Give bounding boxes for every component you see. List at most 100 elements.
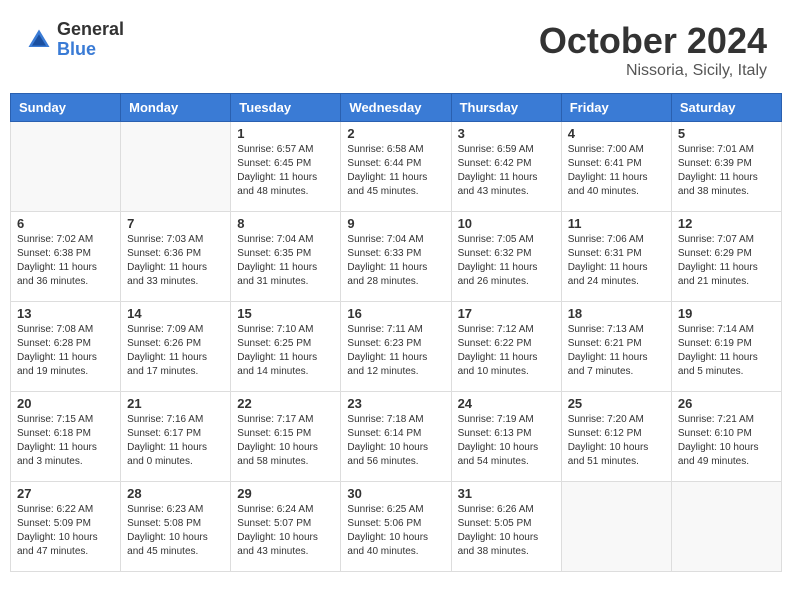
calendar-cell: 1 Sunrise: 6:57 AM Sunset: 6:45 PM Daylig… — [231, 122, 341, 212]
day-info: Sunrise: 7:19 AM Sunset: 6:13 PM Dayligh… — [458, 413, 555, 469]
day-info: Sunrise: 6:58 AM Sunset: 6:44 PM Dayligh… — [347, 143, 444, 199]
weekday-header: Sunday — [11, 94, 121, 122]
day-number: 25 — [568, 396, 665, 411]
day-number: 4 — [568, 126, 665, 141]
day-info: Sunrise: 6:57 AM Sunset: 6:45 PM Dayligh… — [237, 143, 334, 199]
calendar-cell: 9Sunrise: 7:04 AM Sunset: 6:33 PM Daylig… — [341, 212, 451, 302]
calendar-cell — [121, 122, 231, 212]
day-number: 18 — [568, 306, 665, 321]
day-info: Sunrise: 7:14 AM Sunset: 6:19 PM Dayligh… — [678, 323, 775, 379]
day-number: 16 — [347, 306, 444, 321]
day-info: Sunrise: 7:10 AM Sunset: 6:25 PM Dayligh… — [237, 323, 334, 379]
calendar-cell — [561, 482, 671, 572]
logo-general: General — [57, 20, 124, 40]
day-info: Sunrise: 7:12 AM Sunset: 6:22 PM Dayligh… — [458, 323, 555, 379]
day-info: Sunrise: 7:16 AM Sunset: 6:17 PM Dayligh… — [127, 413, 224, 469]
day-number: 12 — [678, 216, 775, 231]
title-block: October 2024 Nissoria, Sicily, Italy — [539, 20, 767, 80]
calendar-cell: 12 Sunrise: 7:07 AM Sunset: 6:29 PM Dayli… — [671, 212, 781, 302]
calendar-cell: 19 Sunrise: 7:14 AM Sunset: 6:19 PM Dayli… — [671, 302, 781, 392]
day-number: 15 — [237, 306, 334, 321]
calendar-cell: 23 Sunrise: 7:18 AM Sunset: 6:14 PM Dayli… — [341, 392, 451, 482]
day-info: Sunrise: 7:00 AM Sunset: 6:41 PM Dayligh… — [568, 143, 665, 199]
calendar-cell: 28 Sunrise: 6:23 AM Sunset: 5:08 PM Dayli… — [121, 482, 231, 572]
calendar-cell: 16Sunrise: 7:11 AM Sunset: 6:23 PM Dayli… — [341, 302, 451, 392]
day-info: Sunrise: 6:26 AM Sunset: 5:05 PM Dayligh… — [458, 503, 555, 559]
day-info: Sunrise: 7:06 AM Sunset: 6:31 PM Dayligh… — [568, 233, 665, 289]
day-number: 2 — [347, 126, 444, 141]
day-number: 14 — [127, 306, 224, 321]
weekday-header: Friday — [561, 94, 671, 122]
month-title: October 2024 — [539, 20, 767, 62]
day-info: Sunrise: 6:23 AM Sunset: 5:08 PM Dayligh… — [127, 503, 224, 559]
calendar-cell: 26 Sunrise: 7:21 AM Sunset: 6:10 PM Dayli… — [671, 392, 781, 482]
day-info: Sunrise: 7:03 AM Sunset: 6:36 PM Dayligh… — [127, 233, 224, 289]
day-number: 23 — [347, 396, 444, 411]
day-number: 7 — [127, 216, 224, 231]
day-info: Sunrise: 7:04 AM Sunset: 6:33 PM Dayligh… — [347, 233, 444, 289]
calendar-week-row: 1 Sunrise: 6:57 AM Sunset: 6:45 PM Daylig… — [11, 122, 782, 212]
day-info: Sunrise: 6:24 AM Sunset: 5:07 PM Dayligh… — [237, 503, 334, 559]
calendar-table: SundayMondayTuesdayWednesdayThursdayFrid… — [10, 93, 782, 572]
day-info: Sunrise: 7:13 AM Sunset: 6:21 PM Dayligh… — [568, 323, 665, 379]
calendar-cell: 15 Sunrise: 7:10 AM Sunset: 6:25 PM Dayli… — [231, 302, 341, 392]
day-number: 31 — [458, 486, 555, 501]
day-number: 21 — [127, 396, 224, 411]
day-info: Sunrise: 6:22 AM Sunset: 5:09 PM Dayligh… — [17, 503, 114, 559]
day-info: Sunrise: 7:18 AM Sunset: 6:14 PM Dayligh… — [347, 413, 444, 469]
day-info: Sunrise: 7:08 AM Sunset: 6:28 PM Dayligh… — [17, 323, 114, 379]
weekday-header: Thursday — [451, 94, 561, 122]
day-info: Sunrise: 7:09 AM Sunset: 6:26 PM Dayligh… — [127, 323, 224, 379]
day-number: 19 — [678, 306, 775, 321]
day-info: Sunrise: 7:07 AM Sunset: 6:29 PM Dayligh… — [678, 233, 775, 289]
day-number: 27 — [17, 486, 114, 501]
location: Nissoria, Sicily, Italy — [539, 62, 767, 80]
calendar-cell: 5 Sunrise: 7:01 AM Sunset: 6:39 PM Daylig… — [671, 122, 781, 212]
logo-blue: Blue — [57, 40, 124, 60]
day-number: 30 — [347, 486, 444, 501]
weekday-header: Wednesday — [341, 94, 451, 122]
day-info: Sunrise: 7:17 AM Sunset: 6:15 PM Dayligh… — [237, 413, 334, 469]
logo-icon — [25, 26, 53, 54]
calendar-cell: 20 Sunrise: 7:15 AM Sunset: 6:18 PM Dayli… — [11, 392, 121, 482]
weekday-header: Tuesday — [231, 94, 341, 122]
calendar-cell: 8Sunrise: 7:04 AM Sunset: 6:35 PM Daylig… — [231, 212, 341, 302]
calendar-cell: 31 Sunrise: 6:26 AM Sunset: 5:05 PM Dayli… — [451, 482, 561, 572]
calendar-cell: 11 Sunrise: 7:06 AM Sunset: 6:31 PM Dayli… — [561, 212, 671, 302]
day-number: 10 — [458, 216, 555, 231]
day-number: 17 — [458, 306, 555, 321]
calendar-cell: 17 Sunrise: 7:12 AM Sunset: 6:22 PM Dayli… — [451, 302, 561, 392]
calendar-week-row: 6Sunrise: 7:02 AM Sunset: 6:38 PM Daylig… — [11, 212, 782, 302]
day-number: 20 — [17, 396, 114, 411]
calendar-cell: 4 Sunrise: 7:00 AM Sunset: 6:41 PM Daylig… — [561, 122, 671, 212]
calendar-cell: 22 Sunrise: 7:17 AM Sunset: 6:15 PM Dayli… — [231, 392, 341, 482]
day-number: 1 — [237, 126, 334, 141]
calendar-cell: 6Sunrise: 7:02 AM Sunset: 6:38 PM Daylig… — [11, 212, 121, 302]
calendar-cell: 30Sunrise: 6:25 AM Sunset: 5:06 PM Dayli… — [341, 482, 451, 572]
calendar-cell: 3Sunrise: 6:59 AM Sunset: 6:42 PM Daylig… — [451, 122, 561, 212]
day-number: 13 — [17, 306, 114, 321]
calendar-cell: 25Sunrise: 7:20 AM Sunset: 6:12 PM Dayli… — [561, 392, 671, 482]
calendar-cell: 7 Sunrise: 7:03 AM Sunset: 6:36 PM Daylig… — [121, 212, 231, 302]
calendar-cell: 14 Sunrise: 7:09 AM Sunset: 6:26 PM Dayli… — [121, 302, 231, 392]
calendar-week-row: 13 Sunrise: 7:08 AM Sunset: 6:28 PM Dayli… — [11, 302, 782, 392]
day-number: 22 — [237, 396, 334, 411]
day-number: 11 — [568, 216, 665, 231]
day-info: Sunrise: 7:02 AM Sunset: 6:38 PM Dayligh… — [17, 233, 114, 289]
weekday-header: Monday — [121, 94, 231, 122]
calendar-cell: 10Sunrise: 7:05 AM Sunset: 6:32 PM Dayli… — [451, 212, 561, 302]
calendar-week-row: 20 Sunrise: 7:15 AM Sunset: 6:18 PM Dayli… — [11, 392, 782, 482]
day-number: 26 — [678, 396, 775, 411]
day-number: 5 — [678, 126, 775, 141]
calendar-cell: 18 Sunrise: 7:13 AM Sunset: 6:21 PM Dayli… — [561, 302, 671, 392]
calendar-cell: 24Sunrise: 7:19 AM Sunset: 6:13 PM Dayli… — [451, 392, 561, 482]
day-info: Sunrise: 7:21 AM Sunset: 6:10 PM Dayligh… — [678, 413, 775, 469]
day-info: Sunrise: 7:01 AM Sunset: 6:39 PM Dayligh… — [678, 143, 775, 199]
calendar-cell: 13 Sunrise: 7:08 AM Sunset: 6:28 PM Dayli… — [11, 302, 121, 392]
day-info: Sunrise: 7:15 AM Sunset: 6:18 PM Dayligh… — [17, 413, 114, 469]
calendar-cell: 2 Sunrise: 6:58 AM Sunset: 6:44 PM Daylig… — [341, 122, 451, 212]
calendar-cell — [11, 122, 121, 212]
calendar-cell: 27 Sunrise: 6:22 AM Sunset: 5:09 PM Dayli… — [11, 482, 121, 572]
day-number: 3 — [458, 126, 555, 141]
day-number: 28 — [127, 486, 224, 501]
